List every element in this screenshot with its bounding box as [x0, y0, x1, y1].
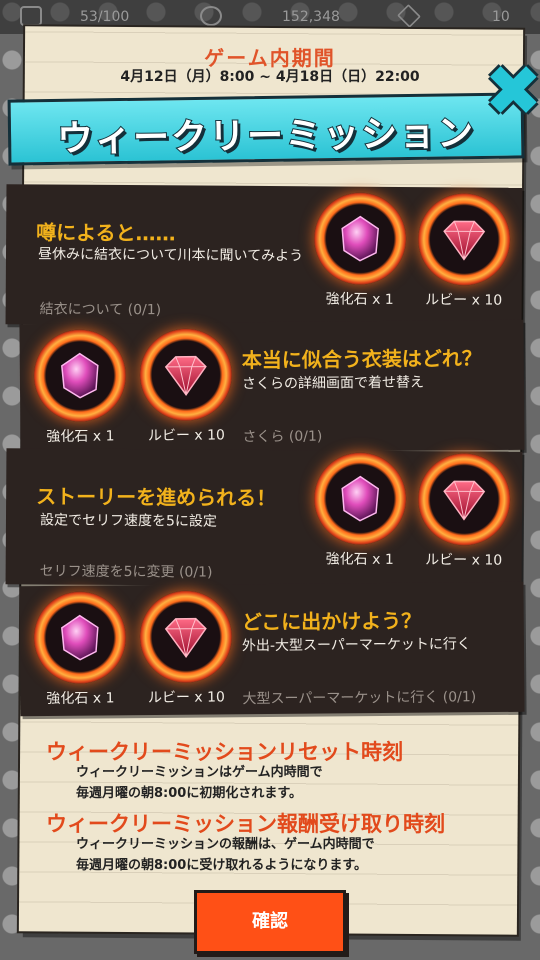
reset-info-line-2: 毎週月曜の朝8:00に初期化されます。 [76, 786, 303, 801]
reward-enhance-stone[interactable]: 強化石 x 1 [313, 192, 407, 313]
reward-enhance-stone[interactable]: 強化石 x 1 [33, 329, 127, 450]
mission-progress: さくら (0/1) [242, 428, 323, 446]
mission-item: ストーリーを進められる！ 設定でセリフ速度を5に設定 セリフ速度を5に変更 (0… [5, 448, 523, 588]
mission-progress: セリフ速度を5に変更 (0/1) [39, 563, 213, 581]
reward-info-line-2: 毎週月曜の朝8:00に受け取れるようになります。 [76, 858, 368, 873]
mission-description: 外出-大型スーパーマーケットに行く [241, 636, 471, 655]
coin-icon [200, 6, 222, 26]
mission-progress: 結衣について (0/1) [39, 301, 162, 319]
shoe-icon [20, 6, 42, 26]
reward-label: 強化石 x 1 [325, 551, 394, 568]
mission-item: 噂によると…… 昼休みに結衣について川本に聞いてみよう 結衣について (0/1)… [5, 184, 523, 328]
mission-description: さくらの詳細画面で着せ替え [241, 374, 425, 393]
reward-label: 強化石 x 1 [46, 428, 115, 445]
reward-enhance-stone[interactable]: 強化石 x 1 [313, 452, 407, 573]
reward-ruby[interactable]: ルビー x 10 [139, 328, 233, 449]
ruby-icon [443, 220, 486, 261]
period-range: 4月12日（月）8:00 ~ 4月18日（日）22:00 [120, 69, 420, 85]
mission-title: 本当に似合う衣装はどれ？ [241, 346, 482, 373]
gem-value: 10 [492, 9, 510, 25]
stamina-value: 53/100 [80, 9, 130, 25]
page-title: ウィークリーミッション [56, 112, 477, 161]
diamond-icon [397, 4, 421, 28]
reward-label: 強化石 x 1 [46, 690, 115, 707]
mission-item: 強化石 x 1 ルビー x 10 本当に似合う衣装はどれ？ さくらの詳細画面で着… [19, 319, 525, 455]
reset-info-line-1: ウィークリーミッションはゲーム内時間で [76, 765, 323, 780]
reward-label: 強化石 x 1 [325, 291, 394, 308]
reward-label: ルビー x 10 [425, 552, 503, 569]
enhance-stone-icon [61, 352, 99, 399]
mission-description: 昼休みに結衣について川本に聞いてみよう [37, 246, 304, 265]
mission-description: 設定でセリフ速度を5に設定 [39, 512, 217, 530]
reward-label: ルビー x 10 [147, 689, 225, 707]
mission-title: どこに出かけよう？ [241, 608, 422, 635]
mission-title: ストーリーを進められる！ [36, 484, 277, 511]
ruby-icon [443, 480, 486, 521]
reward-ruby[interactable]: ルビー x 10 [417, 453, 511, 574]
enhance-stone-icon [341, 475, 379, 522]
reward-label: ルビー x 10 [425, 292, 503, 309]
confirm-button[interactable]: 確認 [194, 890, 346, 954]
ruby-icon [164, 617, 207, 659]
enhance-stone-icon [341, 215, 379, 262]
mission-item: 強化石 x 1 ルビー x 10 どこに出かけよう？ 外出-大型スーパーマーケッ… [19, 581, 525, 717]
ruby-icon [164, 355, 207, 397]
reward-enhance-stone[interactable]: 強化石 x 1 [33, 591, 127, 712]
coin-value: 152,348 [282, 9, 340, 25]
mission-title: 噂によると…… [36, 220, 176, 246]
close-button[interactable]: ✖ [484, 56, 540, 126]
reward-ruby[interactable]: ルビー x 10 [139, 590, 233, 711]
reward-info-line-1: ウィークリーミッションの報酬は、ゲーム内時間で [76, 837, 375, 852]
reward-ruby[interactable]: ルビー x 10 [417, 193, 511, 314]
title-banner: ウィークリーミッション [7, 92, 525, 166]
enhance-stone-icon [61, 614, 99, 661]
reward-label: ルビー x 10 [147, 427, 225, 445]
mission-progress: 大型スーパーマーケットに行く (0/1) [242, 689, 477, 708]
